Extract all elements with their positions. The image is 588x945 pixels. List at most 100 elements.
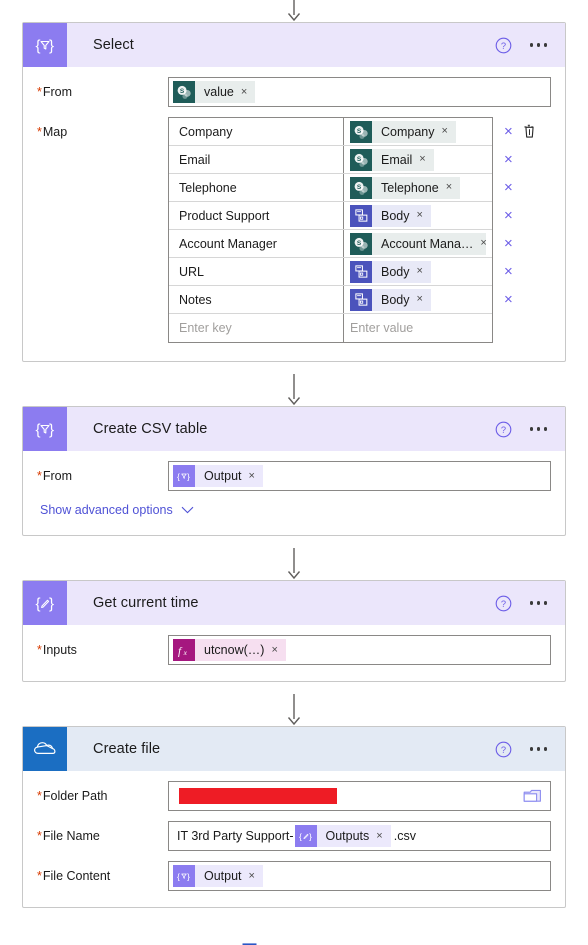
map-key-input[interactable]: Email [169, 146, 344, 173]
map-key-input[interactable]: Account Manager [169, 230, 344, 257]
delete-row-icon[interactable]: × [504, 208, 513, 223]
delete-row-icon[interactable]: × [504, 152, 513, 167]
token-sharepoint[interactable]: S Telephone × [350, 176, 461, 199]
token-remove-icon[interactable]: × [417, 294, 423, 305]
map-row-new[interactable]: Enter key Enter value [169, 314, 492, 342]
delete-row-icon[interactable]: × [504, 124, 513, 139]
map-value-input[interactable]: Body × [344, 286, 492, 313]
delete-row-icon[interactable]: × [504, 264, 513, 279]
token-listform[interactable]: Body × [350, 260, 431, 283]
help-icon[interactable]: ? [495, 741, 512, 758]
token-body: value × [195, 81, 256, 103]
delete-row-icon[interactable]: × [504, 292, 513, 307]
file-content-input[interactable]: { } Output × [168, 861, 551, 891]
more-commands-icon[interactable] [528, 741, 550, 757]
token-remove-icon[interactable]: × [446, 182, 452, 193]
token-listform[interactable]: Body × [350, 204, 431, 227]
delete-row-icon[interactable]: × [504, 180, 513, 195]
token-listform[interactable]: Body × [350, 288, 431, 311]
map-row[interactable]: Telephone S Telephone × [169, 174, 492, 202]
map-value-input[interactable]: S Telephone × [344, 174, 492, 201]
action-card-create-csv-table[interactable]: { } Create CSV table ? *From {} Output … [22, 406, 566, 536]
token-utcnow[interactable]: f x utcnow(…) × [173, 639, 286, 661]
token-remove-icon[interactable]: × [241, 86, 247, 98]
card-header-actions: ? [495, 741, 566, 758]
listform-icon [350, 288, 372, 311]
folder-picker-icon[interactable] [523, 788, 542, 804]
field-row-folder-path: *Folder Path [37, 781, 551, 811]
map-key-input[interactable]: Company [169, 118, 344, 145]
token-remove-icon[interactable]: × [417, 266, 423, 277]
expression-fx-icon: f x [173, 639, 195, 661]
folder-path-input[interactable] [168, 781, 551, 811]
token-sharepoint[interactable]: S Email × [350, 148, 434, 171]
card-header-actions: ? [495, 421, 566, 438]
from-input[interactable]: { } Output × [168, 461, 551, 491]
delete-all-icon[interactable] [522, 123, 537, 139]
token-output[interactable]: { } Output × [173, 865, 263, 887]
map-value-input[interactable]: Body × [344, 258, 492, 285]
token-remove-icon[interactable]: × [376, 830, 382, 842]
onedrive-icon [23, 727, 67, 771]
token-remove-icon[interactable]: × [271, 644, 277, 656]
map-row[interactable]: Email S Email × [169, 146, 492, 174]
inputs-input[interactable]: f x utcnow(…) × [168, 635, 551, 665]
help-icon[interactable]: ? [495, 421, 512, 438]
from-input[interactable]: S value × [168, 77, 551, 107]
more-commands-icon[interactable] [528, 595, 550, 611]
field-control-folder-path [168, 781, 551, 811]
help-icon[interactable]: ? [495, 37, 512, 54]
map-key-input-new[interactable]: Enter key [169, 314, 344, 342]
token-sharepoint[interactable]: S Company × [350, 120, 456, 143]
token-remove-icon[interactable]: × [480, 238, 486, 249]
map-row[interactable]: Company S Company × [169, 118, 492, 146]
svg-text:?: ? [500, 599, 505, 609]
field-control-from: { } Output × [168, 461, 551, 491]
map-value-input[interactable]: S Account Mana… × [344, 230, 492, 257]
map-key-input[interactable]: URL [169, 258, 344, 285]
token-remove-icon[interactable]: × [249, 870, 255, 882]
map-value-input[interactable]: Body × [344, 202, 492, 229]
token-remove-icon[interactable]: × [249, 470, 255, 482]
token-remove-icon[interactable]: × [442, 126, 448, 137]
map-key-input[interactable]: Notes [169, 286, 344, 313]
token-sharepoint[interactable]: S Account Mana… × [350, 232, 486, 255]
more-commands-icon[interactable] [528, 37, 550, 53]
data-operation-select-icon: { } [23, 407, 67, 451]
map-row[interactable]: Notes Body × [169, 286, 492, 314]
delete-row-icon[interactable]: × [504, 236, 513, 251]
map-row-action-group: × [493, 173, 551, 201]
map-key-input[interactable]: Telephone [169, 174, 344, 201]
token-body: Body × [372, 204, 431, 227]
action-card-get-current-time[interactable]: { } Get current time ? *Inputs f x utcno… [22, 580, 566, 682]
map-row[interactable]: Product Support Body × [169, 202, 492, 230]
token-outputs[interactable]: { } Outputs × [294, 825, 391, 847]
token-body: Output × [195, 865, 263, 887]
svg-text:}: } [309, 831, 312, 841]
map-value-input-new[interactable]: Enter value [344, 314, 492, 342]
svg-text:}: } [49, 596, 54, 613]
map-value-input[interactable]: S Company × [344, 118, 492, 145]
card-header-select[interactable]: { } Select ? [23, 23, 565, 67]
map-row-action-group: × [493, 201, 551, 229]
help-icon[interactable]: ? [495, 595, 512, 612]
token-output[interactable]: { } Output × [173, 465, 263, 487]
map-key-input[interactable]: Product Support [169, 202, 344, 229]
connector-arrow-select-to-csv [0, 362, 588, 406]
card-header-create-file[interactable]: Create file ? [23, 727, 565, 771]
show-advanced-options-link[interactable]: Show advanced options [40, 503, 194, 517]
card-header-get-current-time[interactable]: { } Get current time ? [23, 581, 565, 625]
action-card-create-file[interactable]: Create file ? *Folder Path *File Name IT… [22, 726, 566, 908]
connector-arrow-csv-to-time [0, 536, 588, 580]
file-name-input[interactable]: IT 3rd Party Support- { } Outputs × .csv [168, 821, 551, 851]
action-card-select[interactable]: { } Select ? *From S value × *Map Compan… [22, 22, 566, 362]
token-remove-icon[interactable]: × [419, 154, 425, 165]
sharepoint-icon: S [350, 232, 372, 255]
token-value[interactable]: S value × [173, 81, 256, 103]
map-row[interactable]: URL Body × [169, 258, 492, 286]
map-value-input[interactable]: S Email × [344, 146, 492, 173]
more-commands-icon[interactable] [528, 421, 550, 437]
card-header-create-csv-table[interactable]: { } Create CSV table ? [23, 407, 565, 451]
map-row[interactable]: Account Manager S Account Mana… × [169, 230, 492, 258]
token-remove-icon[interactable]: × [417, 210, 423, 221]
